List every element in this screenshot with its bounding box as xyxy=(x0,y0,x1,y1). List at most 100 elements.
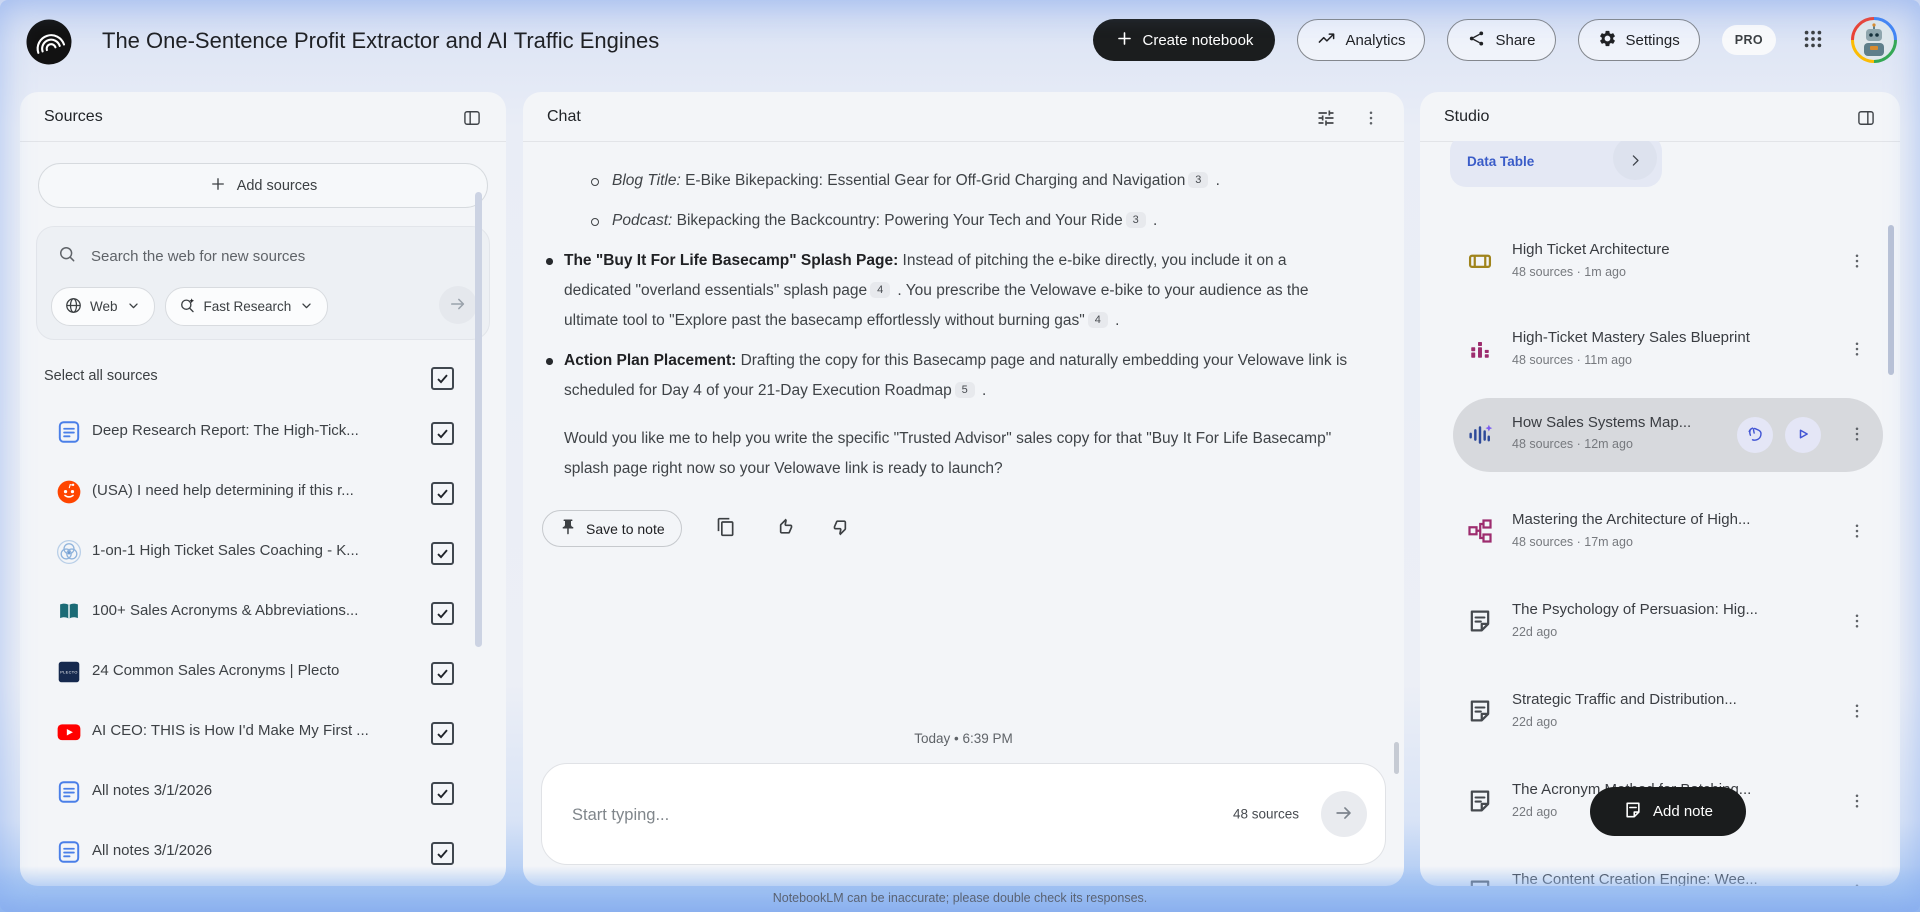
source-checkbox[interactable] xyxy=(431,662,454,685)
source-checkbox[interactable] xyxy=(431,542,454,565)
source-row[interactable]: All notes 3/1/2026 xyxy=(20,828,506,876)
studio-item-meta: 48 sources · 11m ago xyxy=(1512,353,1632,367)
source-title: Deep Research Report: The High-Tick... xyxy=(92,422,392,439)
save-to-note-button[interactable]: Save to note xyxy=(542,510,682,547)
studio-item-more-button[interactable] xyxy=(1844,248,1870,277)
collapse-sources-panel-button[interactable] xyxy=(458,104,486,135)
source-row[interactable]: AI CEO: THIS is How I'd Make My First ..… xyxy=(20,708,506,756)
select-all-checkbox[interactable] xyxy=(431,367,454,390)
copy-button[interactable] xyxy=(712,513,740,544)
studio-item-row[interactable]: High Ticket Architecture 48 sources · 1m… xyxy=(1420,234,1900,290)
more-vert-icon xyxy=(1848,522,1866,543)
studio-item-row[interactable]: The Content Creation Engine: Wee... xyxy=(1420,864,1900,886)
studio-item-meta: 22d ago xyxy=(1512,805,1557,819)
source-checkbox[interactable] xyxy=(431,482,454,505)
studio-item-meta: 48 sources · 1m ago xyxy=(1512,265,1626,279)
source-row[interactable]: All notes 3/1/2026 xyxy=(20,768,506,816)
citation-chip[interactable]: 3 xyxy=(1126,212,1146,228)
sources-scrollbar[interactable] xyxy=(475,192,482,647)
source-title: 24 Common Sales Acronyms | Plecto xyxy=(92,662,392,679)
share-button[interactable]: Share xyxy=(1447,19,1555,61)
settings-button[interactable]: Settings xyxy=(1578,19,1700,61)
search-submit-button[interactable] xyxy=(439,286,477,324)
studio-panel-title: Studio xyxy=(1444,108,1489,126)
studio-item-more-button[interactable] xyxy=(1844,421,1870,450)
studio-item-title: High Ticket Architecture xyxy=(1512,241,1822,258)
search-icon xyxy=(57,244,77,268)
more-vert-icon xyxy=(1362,109,1380,130)
source-checkbox[interactable] xyxy=(431,602,454,625)
studio-item-row[interactable]: Strategic Traffic and Distribution... 22… xyxy=(1420,684,1900,740)
studio-item-meta: 48 sources · 12m ago xyxy=(1512,437,1633,451)
citation-chip[interactable]: 3 xyxy=(1188,172,1208,188)
notebooklm-logo-icon[interactable] xyxy=(26,19,72,65)
expand-stud[interactable] xyxy=(1852,104,1880,135)
plus-icon xyxy=(1115,29,1134,52)
notebooklm-app: The One-Sentence Profit Extractor and AI… xyxy=(0,0,1920,912)
studio-item-more-button[interactable] xyxy=(1844,788,1870,817)
citation-chip[interactable]: 5 xyxy=(955,382,975,398)
studio-scrollbar[interactable] xyxy=(1888,225,1894,375)
add-note-button[interactable]: Add note xyxy=(1590,787,1746,836)
source-row[interactable]: 1-on-1 High Ticket Sales Coaching - K... xyxy=(20,528,506,576)
user-avatar[interactable] xyxy=(1850,16,1898,64)
citation-chip[interactable]: 4 xyxy=(870,282,890,298)
research-mode-chip[interactable]: Fast Research xyxy=(165,287,329,326)
search-option-chips: Web Fast Research xyxy=(51,287,328,326)
play-audio-button[interactable] xyxy=(1785,417,1821,453)
web-source-type-chip[interactable]: Web xyxy=(51,287,155,326)
source-row[interactable]: (USA) I need help determining if this r.… xyxy=(20,468,506,516)
chat-date-divider: Today • 6:39 PM xyxy=(523,731,1404,746)
studio-item-row[interactable]: The Psychology of Persuasion: Hig... 22d… xyxy=(1420,594,1900,650)
analytics-button[interactable]: Analytics xyxy=(1297,19,1425,61)
send-message-button[interactable] xyxy=(1321,791,1367,837)
source-checkbox[interactable] xyxy=(431,842,454,865)
list-item: Podcast: Bikepacking the Backcountry: Po… xyxy=(612,206,1354,236)
source-checkbox[interactable] xyxy=(431,422,454,445)
source-row[interactable]: PLECTO 24 Common Sales Acronyms | Plecto xyxy=(20,648,506,696)
source-row[interactable]: Deep Research Report: The High-Tick... xyxy=(20,408,506,456)
source-checkbox[interactable] xyxy=(431,722,454,745)
web-search-input[interactable]: Search the web for new sources xyxy=(37,227,489,268)
top-bar-actions: Create notebook Analytics Share Settings… xyxy=(1093,16,1898,64)
chat-scrollbar[interactable] xyxy=(1394,742,1399,774)
studio-item-more-button[interactable] xyxy=(1844,878,1870,886)
note-icon xyxy=(1466,697,1494,730)
top-bar: The One-Sentence Profit Extractor and AI… xyxy=(0,0,1920,92)
studio-item-meta: 22d ago xyxy=(1512,625,1557,639)
chat-input[interactable] xyxy=(570,764,1063,866)
create-notebook-button[interactable]: Create notebook xyxy=(1093,19,1276,61)
copy-icon xyxy=(716,517,736,540)
more-vert-icon xyxy=(1848,702,1866,723)
thumb-up-icon xyxy=(774,517,794,540)
studio-item-more-button[interactable] xyxy=(1844,336,1870,365)
source-checkbox[interactable] xyxy=(431,782,454,805)
more-vert-icon xyxy=(1848,252,1866,273)
studio-item-title: How Sales Systems Map... xyxy=(1512,414,1730,431)
plecto-logo-icon: PLECTO xyxy=(56,659,82,690)
studio-item-row[interactable]: Mastering the Architecture of High... 48… xyxy=(1420,504,1900,560)
more-vert-icon xyxy=(1848,340,1866,361)
thumbs-down-button[interactable] xyxy=(828,513,856,544)
studio-item-more-button[interactable] xyxy=(1844,608,1870,637)
svg-text:PLECTO: PLECTO xyxy=(60,670,77,675)
add-sources-button[interactable]: Add sources xyxy=(38,163,488,208)
chevron-down-icon xyxy=(125,297,142,317)
disclaimer-text: NotebookLM can be inaccurate; please dou… xyxy=(0,891,1920,905)
note-icon xyxy=(1623,800,1643,824)
studio-item-row-selected[interactable]: How Sales Systems Map... 48 sources · 12… xyxy=(1420,398,1900,472)
studio-item-more-button[interactable] xyxy=(1844,518,1870,547)
arrow-right-icon xyxy=(1333,802,1355,827)
thumbs-up-button[interactable] xyxy=(770,513,798,544)
chat-input-box: 48 sources xyxy=(541,763,1386,865)
panel-toggle-icon xyxy=(1856,108,1876,131)
studio-item-row[interactable]: High-Ticket Mastery Sales Blueprint 48 s… xyxy=(1420,322,1900,378)
chat-more-options-button[interactable] xyxy=(1358,104,1384,135)
sparkle-search-icon xyxy=(178,296,197,318)
interactive-mode-button[interactable] xyxy=(1737,417,1773,453)
chat-settings-button[interactable] xyxy=(1312,104,1340,135)
source-row[interactable]: 100+ Sales Acronyms & Abbreviations... xyxy=(20,588,506,636)
citation-chip[interactable]: 4 xyxy=(1088,312,1108,328)
studio-item-more-button[interactable] xyxy=(1844,698,1870,727)
google-apps-grid-button[interactable] xyxy=(1798,24,1828,57)
